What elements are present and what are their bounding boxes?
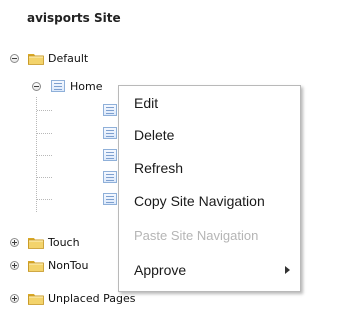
page-icon [103,193,117,205]
site-title: avisports Site [27,11,121,25]
page-icon [103,104,117,116]
tree-label-nontouch: NonTou [48,259,89,272]
tree-node-home[interactable]: Home [0,77,120,97]
tree-node-child[interactable] [0,168,120,188]
menu-item-delete[interactable]: Delete [119,120,300,150]
tree-label-home: Home [70,80,103,93]
menu-item-label: Delete [134,127,175,143]
page-icon [51,80,65,92]
context-menu: Edit Delete Refresh Copy Site Navigation… [118,85,301,292]
tree-node-child[interactable] [0,101,120,121]
menu-item-approve[interactable]: Approve [119,255,300,285]
tree-connector [37,177,52,179]
menu-item-label: Approve [134,262,187,278]
page-icon [103,127,117,139]
tree-label-touch: Touch [48,236,80,249]
tree-connector [37,155,52,157]
menu-item-edit[interactable]: Edit [119,88,300,118]
tree-connector [37,133,52,135]
folder-icon [28,238,44,249]
menu-item-label: Paste Site Navigation [134,228,259,243]
expand-icon[interactable] [10,261,19,270]
menu-item-copy-site-navigation[interactable]: Copy Site Navigation [119,186,300,216]
expand-icon[interactable] [10,238,19,247]
tree-connector [37,199,52,201]
tree-node-child[interactable] [0,190,120,210]
folder-icon [28,54,44,65]
page-icon [103,149,117,161]
menu-item-refresh[interactable]: Refresh [119,153,300,183]
site-navigation-panel: avisports Site Default Home Touch NonTou… [0,0,343,325]
collapse-icon[interactable] [32,82,41,91]
menu-item-label: Refresh [134,160,184,176]
menu-item-paste-site-navigation: Paste Site Navigation [119,220,300,250]
submenu-arrow-icon [285,266,290,274]
folder-icon [28,261,44,272]
tree-label-unplaced-pages: Unplaced Pages [48,292,136,305]
menu-item-label: Edit [134,95,159,111]
tree-node-child[interactable] [0,124,120,144]
tree-node-default[interactable]: Default [0,49,150,69]
folder-icon [28,294,44,305]
tree-node-child[interactable] [0,146,120,166]
tree-connector [37,110,52,112]
expand-icon[interactable] [10,294,19,303]
tree-node-nontouch[interactable]: NonTou [0,256,120,276]
tree-node-touch[interactable]: Touch [0,233,120,253]
tree-label-default: Default [48,52,89,65]
collapse-icon[interactable] [10,54,19,63]
page-icon [103,171,117,183]
tree-node-unplaced-pages[interactable]: Unplaced Pages [0,289,160,309]
menu-item-label: Copy Site Navigation [134,193,265,209]
